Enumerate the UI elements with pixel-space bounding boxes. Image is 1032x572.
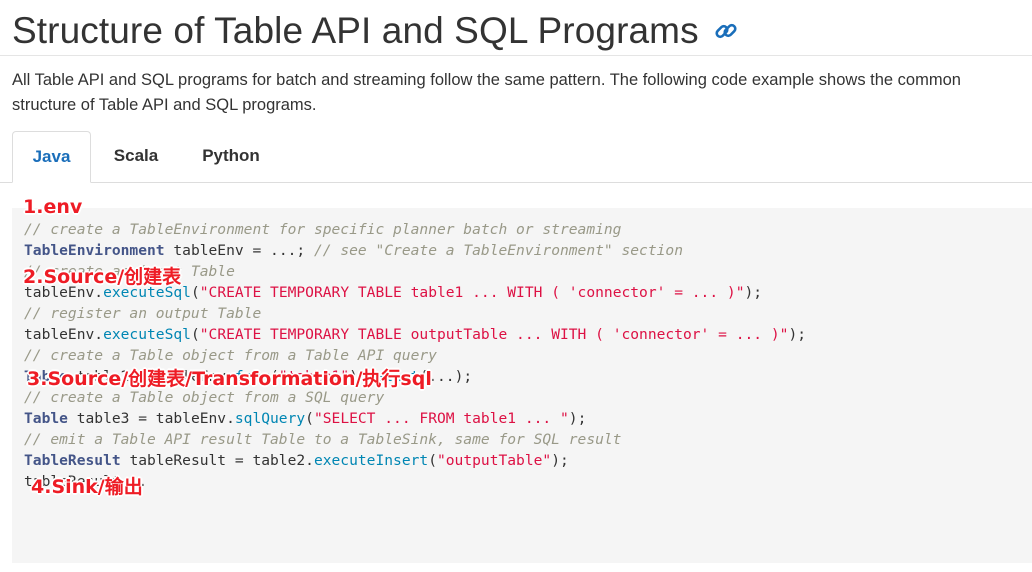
code-line: // emit a Table API result Table to a Ta…: [24, 429, 1032, 450]
code-line: TableResult tableResult = table2.execute…: [24, 450, 1032, 471]
code-type: TableResult: [24, 452, 121, 469]
code-line: TableEnvironment tableEnv = ...; // see …: [24, 240, 1032, 261]
code-string: "CREATE TEMPORARY TABLE outputTable ... …: [199, 326, 789, 343]
code-method: executeSql: [103, 326, 191, 343]
code-method: sqlQuery: [234, 410, 306, 427]
code-text: );: [788, 326, 807, 343]
code-text: (: [305, 410, 314, 427]
annotation-env: 1.env: [23, 196, 83, 218]
code-comment: // create a TableEnvironment for specifi…: [24, 221, 622, 238]
code-comment: // emit a Table API result Table to a Ta…: [24, 431, 622, 448]
code-text: tableEnv = ...;: [164, 242, 314, 259]
code-text: (: [190, 326, 200, 343]
tab-scala[interactable]: Scala: [99, 131, 173, 183]
code-line: tableEnv.executeSql("CREATE TEMPORARY TA…: [24, 324, 1032, 345]
tab-python[interactable]: Python: [186, 131, 276, 183]
code-text: table3 = tableEnv.: [67, 410, 235, 427]
code-text: );: [551, 452, 569, 469]
code-comment: // create a Table object from a Table AP…: [24, 347, 437, 364]
code-line: // create a Table object from a Table AP…: [24, 345, 1032, 366]
code-line: // create a TableEnvironment for specifi…: [24, 219, 1032, 240]
tab-java[interactable]: Java: [12, 131, 91, 183]
code-comment: // register an output Table: [24, 305, 262, 322]
code-string: "outputTable": [436, 452, 552, 469]
code-text: tableResult = table2.: [120, 452, 314, 469]
code-comment: // create a Table object from a SQL quer…: [24, 389, 385, 406]
code-type: Table: [24, 410, 68, 427]
language-tabs: Java Scala Python: [0, 131, 1032, 183]
link-icon[interactable]: [713, 18, 739, 44]
annotation-transformation: 3.Source/创建表/Transformation/执行sql: [27, 368, 432, 390]
title-divider: [0, 55, 1032, 56]
code-method: executeInsert: [313, 452, 429, 469]
title-row: Structure of Table API and SQL Programs: [12, 10, 739, 52]
code-type: TableEnvironment: [24, 242, 165, 259]
code-comment: // see "Create a TableEnvironment" secti…: [313, 242, 683, 259]
annotation-source: 2.Source/创建表: [23, 266, 182, 288]
code-text: tableEnv.: [24, 326, 104, 343]
code-line: // register an output Table: [24, 303, 1032, 324]
page-title: Structure of Table API and SQL Programs: [12, 10, 699, 51]
code-text: );: [744, 284, 763, 301]
code-text: (: [190, 284, 200, 301]
code-line: Table table3 = tableEnv.sqlQuery("SELECT…: [24, 408, 1032, 429]
code-text: );: [568, 410, 587, 427]
intro-paragraph: All Table API and SQL programs for batch…: [12, 71, 961, 114]
code-line: tableResult...: [24, 471, 1032, 492]
code-string: "SELECT ... FROM table1 ... ": [313, 410, 569, 427]
annotation-sink: 4.Sink/输出: [31, 476, 143, 498]
code-text: (: [428, 452, 437, 469]
code-string: "CREATE TEMPORARY TABLE table1 ... WITH …: [199, 284, 745, 301]
